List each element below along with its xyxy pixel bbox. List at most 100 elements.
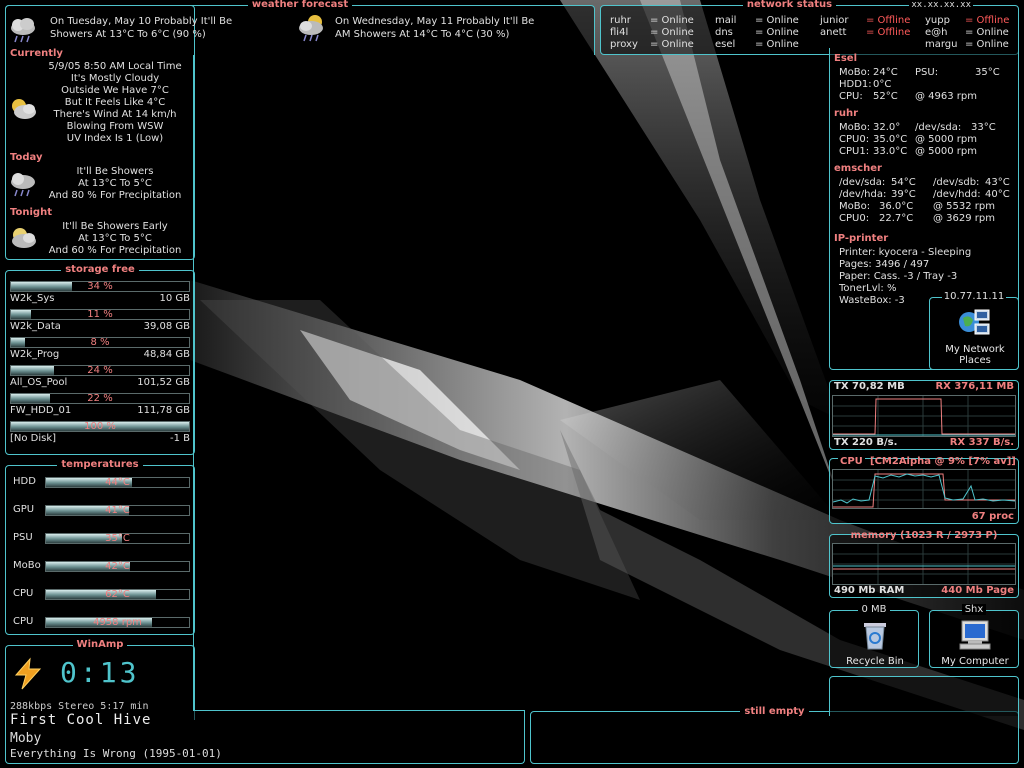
- network-traffic-panel: TX 70,82 MB RX 376,11 MB TX 220 B/s. RX …: [829, 380, 1019, 450]
- temp-value: 35°C: [105, 533, 130, 544]
- sensor-value: 33°C: [971, 122, 996, 133]
- tx-total: TX 70,82 MB: [834, 381, 905, 392]
- host-status: = Online: [965, 27, 1009, 38]
- host-name: mail: [715, 15, 737, 26]
- temp-label: CPU: [13, 616, 34, 627]
- today-label: Today: [10, 152, 43, 163]
- sensor-value: 43°C: [985, 177, 1010, 188]
- sensor-value: 24°C: [873, 67, 898, 78]
- sensor-label: CPU0:: [839, 134, 870, 145]
- sensor-value: 0°C: [873, 79, 892, 90]
- sensor-rpm: @ 5000 rpm: [915, 134, 978, 145]
- storage-percent: 100 %: [84, 421, 116, 432]
- tx-rate: TX 220 B/s.: [834, 437, 898, 448]
- cpu-detail: [CM2Alpha @ 9% [7% av]]: [870, 456, 1016, 467]
- sensor-rpm: @ 4963 rpm: [915, 91, 978, 102]
- drive-size: -1 B: [169, 433, 190, 444]
- sensor-rpm: @ 5000 rpm: [915, 146, 978, 157]
- temp-label: PSU: [13, 532, 33, 543]
- sensor-label: /dev/hdd:: [933, 189, 981, 200]
- esel-label: Esel: [834, 53, 857, 64]
- ram-usage: 490 Mb RAM: [834, 585, 905, 596]
- process-count: 67 proc: [971, 511, 1014, 522]
- rx-rate: RX 337 B/s.: [949, 437, 1014, 448]
- my-computer-shortcut[interactable]: Shx My Computer: [929, 604, 1019, 668]
- host-status: = Offline: [866, 15, 911, 26]
- storage-bar: 8 %: [10, 337, 190, 348]
- current-feels: But It Feels Like 4°C: [64, 97, 166, 108]
- storage-percent: 11 %: [87, 309, 113, 320]
- frame-line: [193, 710, 525, 711]
- sensor-label: /dev/hda:: [839, 189, 887, 200]
- drive-size: 111,78 GB: [137, 405, 190, 416]
- still-empty-title: still empty: [740, 706, 809, 717]
- memory-graph: [832, 543, 1016, 585]
- currently-label: Currently: [10, 48, 63, 59]
- printer-paper: Paper: Cass. -3 / Tray -3: [839, 271, 958, 282]
- drive-name: W2k_Sys: [10, 293, 55, 304]
- tuesday-forecast-line2: Showers At 13°C To 6°C (90 %): [50, 29, 206, 40]
- temp-bar: 42°C: [45, 561, 190, 572]
- tonight-line3: And 60 % For Precipitation: [48, 245, 182, 256]
- sensor-value: 35.0°C: [873, 134, 908, 145]
- temp-bar: 35°C: [45, 533, 190, 544]
- sensor-rpm: @ 3629 rpm: [933, 213, 996, 224]
- host-name: dns: [715, 27, 733, 38]
- tonight-line1: It'll Be Showers Early: [62, 221, 168, 232]
- host-status: = Offline: [866, 27, 911, 38]
- host-name: fli4l: [610, 27, 629, 38]
- host-status: = Online: [755, 27, 799, 38]
- printer-name: Printer: kyocera - Sleeping: [839, 247, 972, 258]
- sensor-label: /dev/sdb:: [933, 177, 980, 188]
- track-album: Everything Is Wrong (1995-01-01): [10, 747, 222, 760]
- drive-name: [No Disk]: [10, 433, 57, 444]
- temp-label: CPU: [13, 588, 34, 599]
- cpu-label: CPU: [838, 456, 865, 467]
- bottom-right-panel: [829, 676, 1019, 716]
- current-wind-dir: Blowing From WSW: [66, 121, 164, 132]
- netplaces-label-line1: My Network: [945, 344, 1005, 355]
- cpu-usage-panel: CPU [CM2Alpha @ 9% [7% av]] 67 proc: [829, 456, 1019, 524]
- tuesday-forecast-line1: On Tuesday, May 10 Probably It'll Be: [50, 16, 233, 27]
- sensor-value: 52°C: [873, 91, 898, 102]
- sensor-label: CPU:: [839, 91, 863, 102]
- recycle-bin-icon: [860, 619, 890, 654]
- temp-bar: 4958 rpm: [45, 617, 190, 628]
- winamp-logo-icon[interactable]: [10, 657, 46, 694]
- computer-top-label: Shx: [961, 604, 987, 615]
- today-line3: And 80 % For Precipitation: [48, 190, 182, 201]
- temp-label: GPU: [13, 504, 35, 515]
- sensor-label: PSU:: [915, 67, 939, 78]
- sensor-value: 40°C: [985, 189, 1010, 200]
- network-places-shortcut[interactable]: 10.77.11.11 My Network Places: [929, 291, 1019, 370]
- network-title: network status: [742, 0, 837, 10]
- network-places-icon: [957, 306, 991, 341]
- recycle-size: 0 MB: [858, 604, 890, 615]
- recycle-bin-shortcut[interactable]: 0 MB Recycle Bin: [829, 604, 919, 668]
- netplaces-label-line2: Places: [959, 355, 991, 366]
- host-name: yupp: [925, 15, 950, 26]
- host-name: esel: [715, 39, 736, 50]
- today-line1: It'll Be Showers: [76, 166, 154, 177]
- storage-percent: 22 %: [87, 393, 113, 404]
- winamp-title: WinAmp: [72, 639, 128, 650]
- ip-mask: xx.xx.xx.xx: [909, 0, 973, 10]
- still-empty-panel: still empty: [530, 706, 1019, 764]
- storage-percent: 24 %: [87, 365, 113, 376]
- memory-label: memory (1023 R / 2973 P): [850, 530, 998, 541]
- sensor-value: 22.7°C: [879, 213, 914, 224]
- storage-bar: 100 %: [10, 421, 190, 432]
- storage-bar: 11 %: [10, 309, 190, 320]
- temp-value: 42°C: [105, 561, 130, 572]
- drive-size: 39,08 GB: [143, 321, 190, 332]
- sensor-label: MoBo:: [839, 201, 871, 212]
- printer-pages: Pages: 3496 / 497: [839, 259, 930, 270]
- sensor-value: 54°C: [891, 177, 916, 188]
- temperatures-title: temperatures: [57, 459, 143, 470]
- weather-title: weather forecast: [247, 0, 353, 10]
- frame-line: [193, 55, 194, 711]
- sensor-label: MoBo:: [839, 67, 871, 78]
- tonight-label: Tonight: [10, 207, 52, 218]
- storage-bar: 24 %: [10, 365, 190, 376]
- drive-size: 101,52 GB: [137, 377, 190, 388]
